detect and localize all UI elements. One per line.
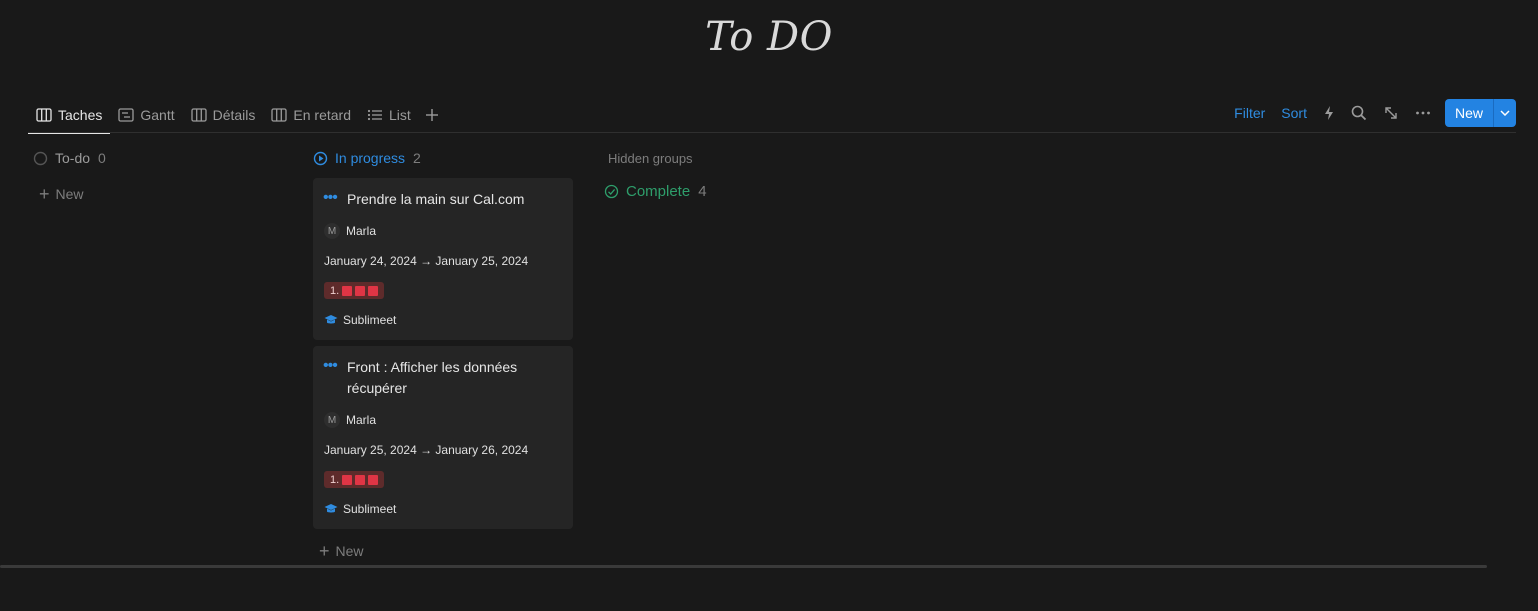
- hidden-group-complete[interactable]: Complete 4: [604, 183, 707, 200]
- status-empty-icon: [33, 151, 48, 165]
- add-view-button[interactable]: [419, 100, 445, 130]
- sort-button[interactable]: Sort: [1281, 105, 1307, 121]
- card-dates: January 25, 2024 → January 26, 2024: [324, 443, 529, 457]
- avatar: M: [324, 223, 340, 239]
- card-title: Prendre la main sur Cal.com: [347, 191, 525, 207]
- column-count: 2: [413, 150, 421, 166]
- search-icon[interactable]: [1351, 105, 1367, 121]
- card-assignee: M Marla: [324, 412, 376, 428]
- expand-icon[interactable]: [1383, 105, 1399, 121]
- add-new-label: New: [335, 543, 364, 559]
- card-assignee: M Marla: [324, 223, 376, 239]
- new-button[interactable]: New: [1444, 99, 1493, 127]
- priority-label: 1.: [330, 284, 340, 297]
- tab-en-retard[interactable]: En retard: [263, 100, 359, 130]
- new-button-group: New: [1444, 99, 1516, 127]
- project-name: Sublimeet: [343, 313, 397, 327]
- hidden-groups-label: Hidden groups: [608, 151, 693, 166]
- group-count: 4: [698, 183, 707, 200]
- tabbar-divider: [28, 132, 1516, 133]
- column-header-todo[interactable]: To-do 0: [33, 150, 106, 166]
- priority-square: [368, 474, 379, 485]
- filter-button[interactable]: Filter: [1234, 105, 1265, 121]
- priority-tag: 1.: [324, 282, 385, 299]
- avatar: M: [324, 412, 340, 428]
- priority-square: [342, 474, 353, 485]
- tab-details[interactable]: Détails: [183, 100, 264, 130]
- board-icon: [271, 108, 288, 122]
- view-tabs: Taches Gantt Détails En retard List: [28, 98, 445, 134]
- add-new-todo-button[interactable]: + New: [39, 184, 84, 204]
- card-project: Sublimeet: [324, 502, 396, 516]
- timeline-icon: [118, 108, 135, 122]
- column-label: In progress: [335, 150, 406, 166]
- card-project: Sublimeet: [324, 313, 396, 327]
- automation-icon[interactable]: [1323, 105, 1335, 121]
- tab-list[interactable]: List: [359, 100, 419, 130]
- horizontal-scrollbar[interactable]: [0, 565, 1487, 568]
- task-card[interactable]: ••• Prendre la main sur Cal.com M Marla …: [313, 178, 573, 340]
- add-new-in-progress-button[interactable]: + New: [319, 541, 364, 561]
- priority-square: [355, 474, 366, 485]
- column-label: To-do: [55, 150, 91, 166]
- graduation-cap-icon: [324, 503, 338, 515]
- database-toolbar: Filter Sort New: [1218, 99, 1516, 127]
- add-new-label: New: [55, 186, 84, 202]
- list-icon: [367, 109, 382, 121]
- plus-icon: +: [319, 541, 330, 561]
- card-priority: 1.: [324, 471, 385, 488]
- tab-label: Détails: [212, 107, 256, 123]
- tab-label: Gantt: [140, 107, 175, 123]
- in-progress-dots-icon: •••: [323, 357, 338, 374]
- chevron-down-icon[interactable]: [1493, 99, 1516, 127]
- column-count: 0: [98, 150, 106, 166]
- card-priority: 1.: [324, 282, 385, 299]
- tab-label: Taches: [58, 107, 103, 123]
- priority-square: [342, 285, 353, 296]
- priority-tag: 1.: [324, 471, 385, 488]
- priority-label: 1.: [330, 473, 340, 486]
- group-label: Complete: [626, 183, 691, 200]
- check-circle-icon: [604, 184, 619, 199]
- board-icon: [190, 108, 207, 122]
- project-name: Sublimeet: [343, 502, 397, 516]
- plus-icon: +: [39, 184, 50, 204]
- more-icon[interactable]: [1415, 105, 1431, 121]
- page-title: To DO: [705, 14, 833, 60]
- tab-taches[interactable]: Taches: [28, 100, 111, 134]
- tab-label: List: [389, 107, 411, 123]
- assignee-name: Marla: [346, 224, 377, 238]
- tab-gantt[interactable]: Gantt: [110, 100, 182, 130]
- card-title: Front : Afficher les données récupérer: [347, 359, 518, 396]
- board-icon: [36, 108, 52, 122]
- priority-square: [368, 285, 379, 296]
- card-dates: January 24, 2024 → January 25, 2024: [324, 254, 529, 268]
- tab-label: En retard: [293, 107, 351, 123]
- in-progress-icon: [313, 151, 328, 165]
- assignee-name: Marla: [346, 413, 377, 427]
- in-progress-dots-icon: •••: [323, 189, 338, 206]
- plus-icon: [425, 109, 438, 121]
- column-header-in-progress[interactable]: In progress 2: [313, 150, 421, 166]
- priority-square: [355, 285, 366, 296]
- graduation-cap-icon: [324, 314, 338, 326]
- task-card[interactable]: ••• Front : Afficher les données récupér…: [313, 346, 573, 529]
